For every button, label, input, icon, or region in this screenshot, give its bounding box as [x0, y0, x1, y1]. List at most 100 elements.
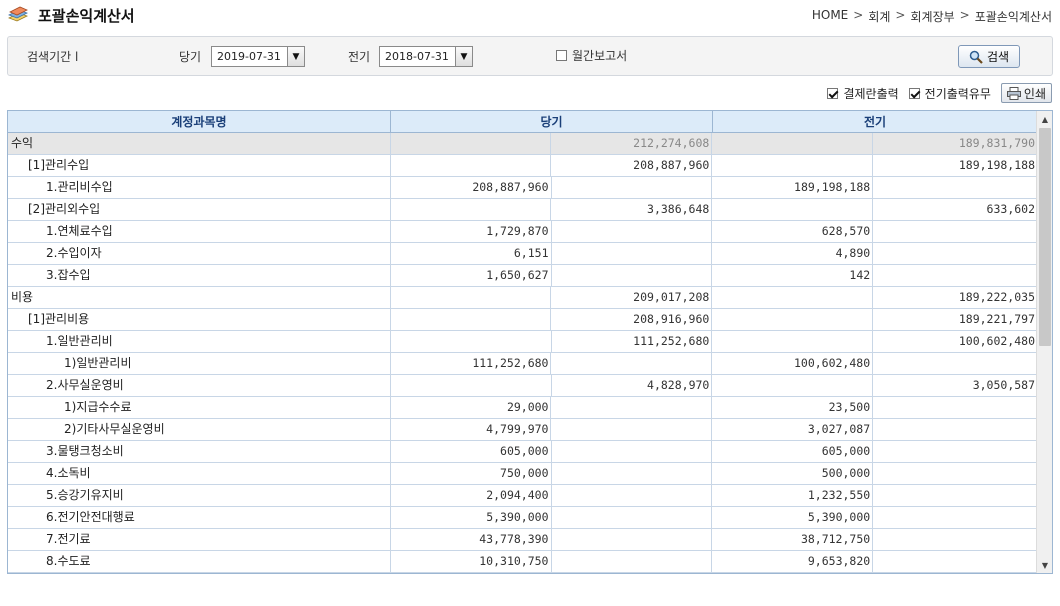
previous-date-select[interactable]: 2018-07-31 ▼: [379, 46, 473, 67]
table-row[interactable]: [2]관리외수입 3,386,648 633,602: [8, 199, 1037, 221]
current-detail-cell: [391, 331, 552, 352]
previous-detail-cell: 1,232,550: [712, 485, 874, 506]
current-total-cell: [552, 243, 713, 264]
table-row[interactable]: 1)지급수수료 29,000 23,500: [8, 397, 1037, 419]
account-name-cell: 3.물탱크청소비: [8, 441, 391, 462]
previous-detail-cell: 142: [712, 265, 874, 286]
previous-print-option[interactable]: 전기출력유무: [908, 85, 991, 102]
previous-total-cell: [873, 353, 1037, 374]
account-name-cell: 2.수입이자: [8, 243, 391, 264]
table-row[interactable]: 비용 209,017,208 189,222,035: [8, 287, 1037, 309]
column-header-account[interactable]: 계정과목명: [8, 111, 391, 133]
table-row[interactable]: 7.전기료 43,778,390 38,712,750: [8, 529, 1037, 551]
column-header-current[interactable]: 당기: [391, 111, 713, 133]
table-row[interactable]: 8.수도료 10,310,750 9,653,820: [8, 551, 1037, 573]
table-row[interactable]: 1.일반관리비 111,252,680 100,602,480: [8, 331, 1037, 353]
current-total-cell: [552, 485, 713, 506]
table-row[interactable]: 3.잡수입 1,650,627 142: [8, 265, 1037, 287]
monthly-report-option[interactable]: 월간보고서: [556, 47, 627, 64]
table-row[interactable]: 2.사무실운영비 4,828,970 3,050,587: [8, 375, 1037, 397]
account-name-cell: 1.관리비수입: [8, 177, 391, 198]
current-total-cell: 111,252,680: [552, 331, 713, 352]
current-detail-cell: 6,151: [391, 243, 552, 264]
previous-detail-cell: [712, 331, 874, 352]
previous-detail-cell: 3,027,087: [712, 419, 874, 440]
breadcrumb-home[interactable]: HOME: [812, 8, 848, 25]
table-row[interactable]: 수익 212,274,608 189,831,790: [8, 133, 1037, 155]
table-row[interactable]: 3.물탱크청소비 605,000 605,000: [8, 441, 1037, 463]
current-total-cell: 209,017,208: [551, 287, 713, 308]
current-detail-cell: 1,650,627: [391, 265, 552, 286]
page-title: 포괄손익계산서: [38, 7, 135, 25]
approval-print-checkbox[interactable]: [827, 87, 839, 99]
scroll-thumb[interactable]: [1039, 128, 1051, 346]
account-name-cell: 6.전기안전대행료: [8, 507, 391, 528]
previous-detail-cell: 9,653,820: [712, 551, 874, 572]
table-row[interactable]: 1.관리비수입 208,887,960 189,198,188: [8, 177, 1037, 199]
previous-total-cell: 3,050,587: [972, 378, 1036, 392]
current-total-cell: 212,274,608: [551, 133, 713, 154]
previous-detail-cell: [712, 375, 874, 396]
previous-print-checkbox[interactable]: [908, 87, 920, 99]
scroll-down-icon[interactable]: ▼: [1037, 557, 1052, 573]
search-button[interactable]: 검색: [958, 45, 1020, 68]
current-detail-cell: 111,252,680: [391, 353, 552, 374]
account-name-cell: 비용: [8, 287, 391, 308]
breadcrumb-ledger[interactable]: 회계장부: [910, 8, 954, 25]
previous-total-cell: [873, 397, 1037, 418]
account-name-cell: 4.소독비: [8, 463, 391, 484]
column-header-previous[interactable]: 전기: [713, 111, 1037, 133]
current-total-cell: 4,828,970: [552, 375, 713, 396]
dropdown-arrow-icon[interactable]: ▼: [287, 47, 304, 66]
page-header: 포괄손익계산서 HOME > 회계 > 회계장부 > 포괄손익계산서: [0, 0, 1060, 32]
current-detail-cell: 10,310,750: [391, 551, 552, 572]
table-row[interactable]: [1]관리비용 208,916,960 189,221,797: [8, 309, 1037, 331]
print-button[interactable]: 인쇄: [1000, 83, 1052, 103]
current-total-cell: [552, 551, 713, 572]
breadcrumb-current: 포괄손익계산서: [974, 10, 1052, 24]
previous-total-cell: [873, 243, 1037, 264]
table-row[interactable]: 2.수입이자 6,151 4,890: [8, 243, 1037, 265]
table-row[interactable]: 5.승강기유지비 2,094,400 1,232,550: [8, 485, 1037, 507]
print-button-label: 인쇄: [1023, 86, 1046, 101]
approval-print-option[interactable]: 결제란출력: [827, 85, 899, 102]
table-row[interactable]: 4.소독비 750,000 500,000: [8, 463, 1037, 485]
scroll-up-icon[interactable]: ▲: [1037, 111, 1052, 127]
account-name-cell: 수익: [8, 133, 391, 154]
current-detail-cell: [391, 375, 552, 396]
table-row[interactable]: 1)일반관리비 111,252,680 100,602,480: [8, 353, 1037, 375]
account-name-cell: 2.사무실운영비: [8, 375, 391, 396]
table-row[interactable]: [1]관리수입 208,887,960 189,198,188: [8, 155, 1037, 177]
table-row[interactable]: 2)기타사무실운영비 4,799,970 3,027,087: [8, 419, 1037, 441]
previous-total-cell: [873, 529, 1037, 550]
current-total-cell: [552, 463, 713, 484]
previous-total-cell: [873, 485, 1037, 506]
current-detail-cell: [391, 309, 552, 330]
income-statement-grid: 계정과목명 당기 전기 수익 212,274,608 189,831,790 [1]관…: [7, 110, 1053, 574]
account-name-cell: 1.연체료수입: [8, 221, 391, 242]
book-stack-icon: [8, 6, 28, 22]
dropdown-arrow-icon[interactable]: ▼: [455, 47, 472, 66]
monthly-report-checkbox[interactable]: [556, 50, 567, 61]
monthly-report-label: 월간보고서: [572, 49, 628, 63]
table-row[interactable]: 1.연체료수입 1,729,870 628,570: [8, 221, 1037, 243]
previous-print-label: 전기출력유무: [924, 86, 991, 101]
search-button-label: 검색: [986, 50, 1010, 64]
account-name-cell: 8.수도료: [8, 551, 391, 572]
magnifier-icon: [969, 50, 983, 64]
vertical-scrollbar[interactable]: ▲ ▼: [1036, 111, 1052, 573]
account-name-cell: 7.전기료: [8, 529, 391, 550]
table-row[interactable]: 6.전기안전대행료 5,390,000 5,390,000: [8, 507, 1037, 529]
current-date-select[interactable]: 2019-07-31 ▼: [211, 46, 305, 67]
current-total-cell: [551, 419, 713, 440]
search-period-label: 검색기간 l: [27, 50, 79, 64]
breadcrumb-accounting[interactable]: 회계: [868, 8, 890, 25]
previous-detail-cell: 605,000: [712, 441, 874, 462]
breadcrumb-separator: >: [895, 8, 906, 22]
previous-total-cell: 189,221,797: [958, 312, 1036, 326]
current-detail-cell: [391, 133, 552, 154]
account-name-cell: 2)기타사무실운영비: [8, 419, 391, 440]
approval-print-label: 결제란출력: [843, 86, 899, 101]
account-name-cell: 3.잡수입: [8, 265, 391, 286]
previous-date-value: 2018-07-31: [385, 50, 449, 63]
